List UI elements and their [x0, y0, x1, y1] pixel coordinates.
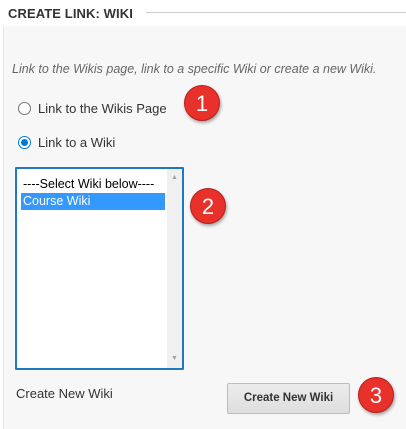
create-link-wiki-page: CREATE LINK: WIKI Link to the Wikis page… [0, 0, 406, 429]
radio-label-wikis-page: Link to the Wikis Page [38, 101, 167, 116]
page-title: CREATE LINK: WIKI [8, 6, 133, 21]
create-new-wiki-button[interactable]: Create New Wiki [227, 383, 350, 414]
create-new-wiki-label: Create New Wiki [16, 386, 113, 401]
radio-link-wikis-page[interactable]: Link to the Wikis Page [18, 101, 167, 116]
listbox-scrollbar[interactable]: ▲ ▼ [167, 169, 182, 368]
wiki-option-course-wiki[interactable]: Course Wiki [21, 193, 165, 210]
scroll-down-arrow-icon[interactable]: ▼ [167, 352, 182, 366]
wiki-select-listbox[interactable]: ----Select Wiki below---- Course Wiki ▲ … [15, 167, 184, 370]
callout-badge-3: 3 [358, 377, 394, 413]
radio-button-checked[interactable] [18, 136, 31, 149]
section-header: CREATE LINK: WIKI [0, 0, 406, 28]
radio-button-unchecked[interactable] [18, 102, 31, 115]
wiki-option-placeholder[interactable]: ----Select Wiki below---- [21, 176, 165, 193]
callout-badge-1: 1 [184, 85, 220, 121]
instructions-text: Link to the Wikis page, link to a specif… [12, 62, 377, 76]
callout-badge-2: 2 [190, 188, 226, 224]
wiki-options-list: ----Select Wiki below---- Course Wiki [21, 176, 165, 210]
scroll-up-arrow-icon[interactable]: ▲ [167, 171, 182, 185]
radio-link-to-wiki[interactable]: Link to a Wiki [18, 135, 115, 150]
header-divider [146, 12, 406, 13]
radio-label-link-to-wiki: Link to a Wiki [38, 135, 116, 150]
